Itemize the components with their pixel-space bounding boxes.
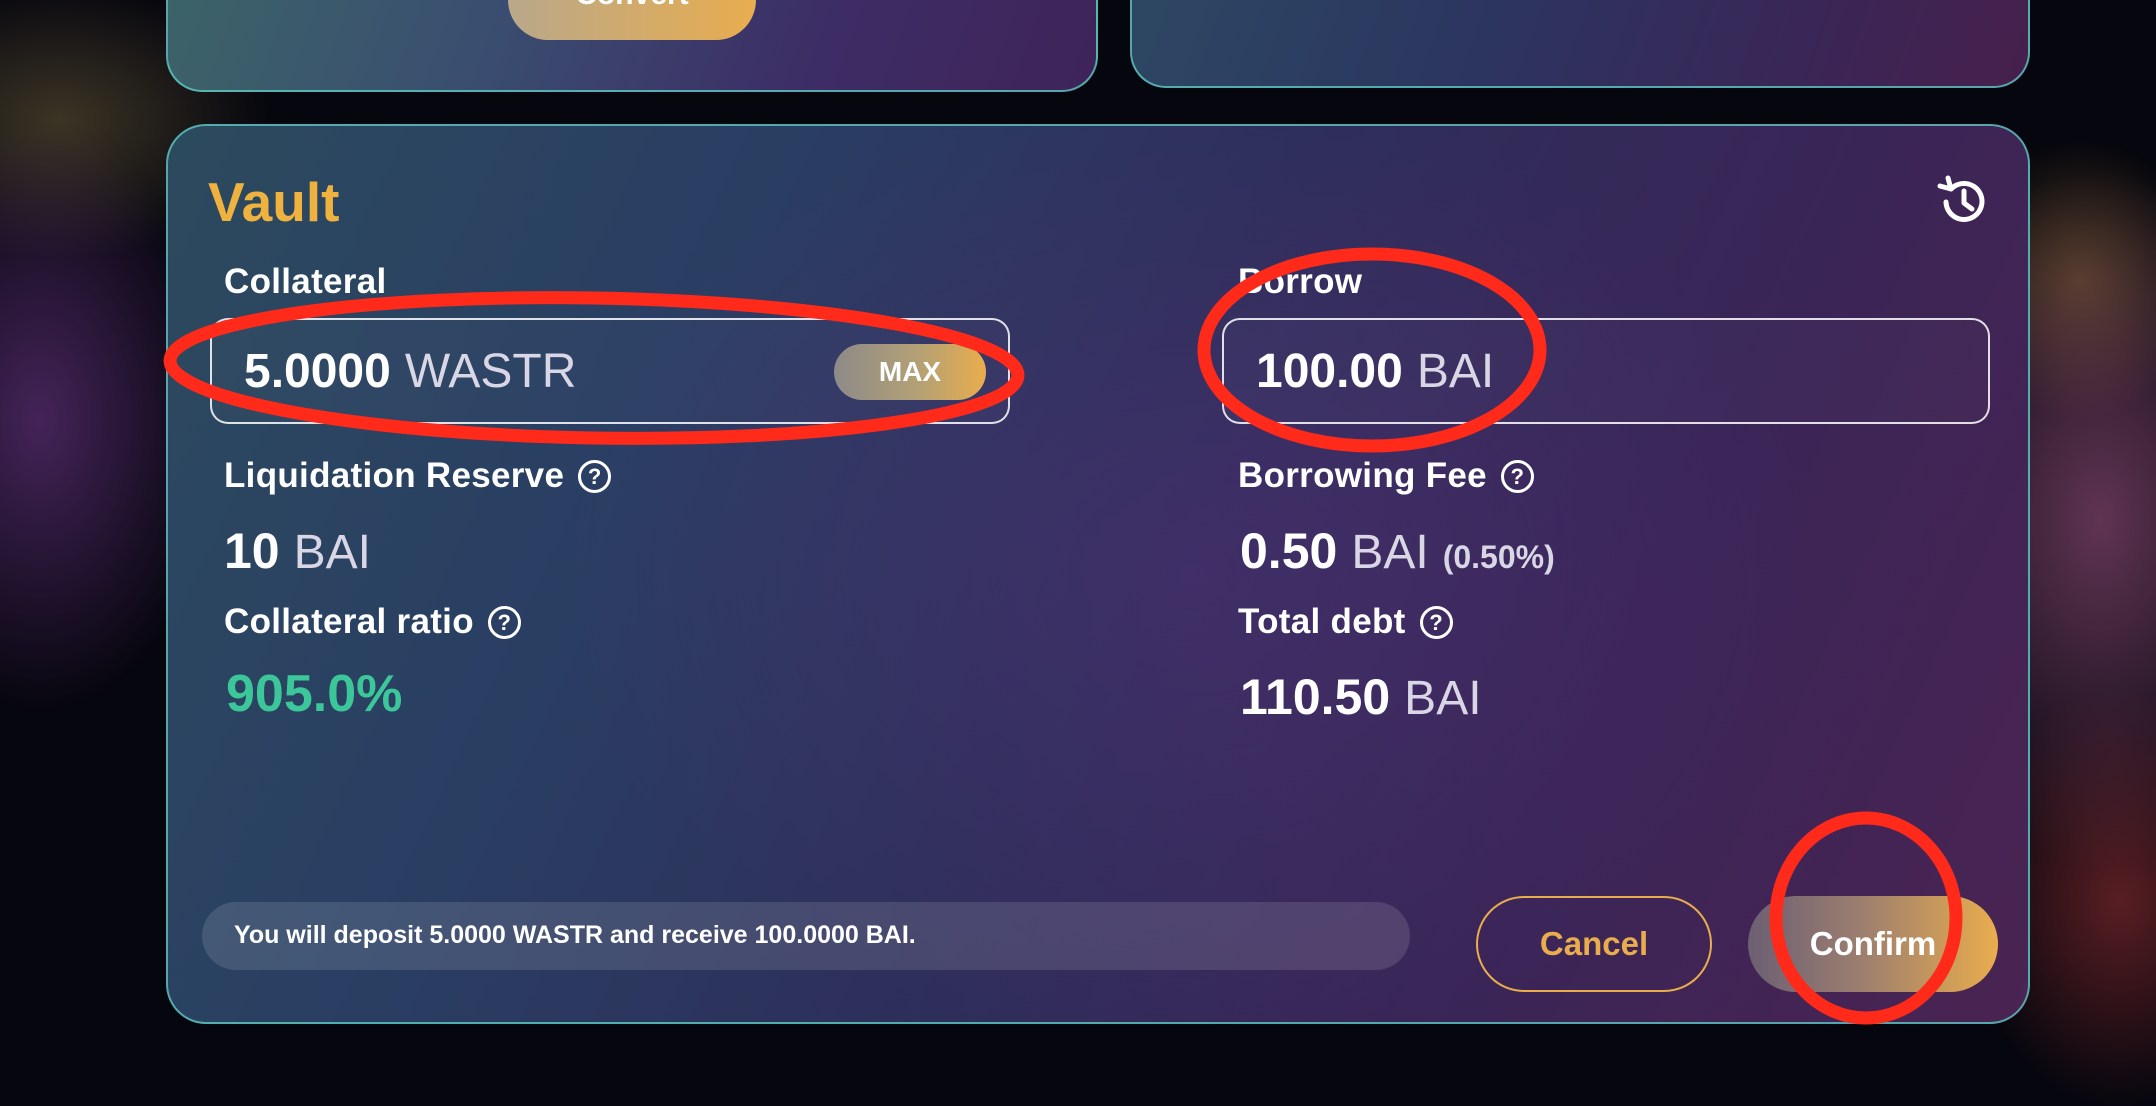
borrow-value: 100.00 <box>1256 344 1403 398</box>
collateral-label: Collateral <box>224 262 387 301</box>
total-debt-label-text: Total debt <box>1238 602 1406 641</box>
total-debt-value: 110.50 BAI <box>1240 668 1482 726</box>
vault-panel: Vault Collateral 5.0000 WASTR MAX Borrow… <box>166 124 2030 1024</box>
total-debt-unit: BAI <box>1404 672 1482 725</box>
help-icon[interactable]: ? <box>578 459 612 493</box>
borrowing-fee-value: 0.50 BAI (0.50%) <box>1240 522 1555 580</box>
collateral-ratio-label-text: Collateral ratio <box>224 602 474 641</box>
liquidation-reserve-label-text: Liquidation Reserve <box>224 456 565 495</box>
liquidation-reserve-label: Liquidation Reserve ? <box>224 456 612 496</box>
liquidation-reserve-unit: BAI <box>293 526 371 579</box>
top-right-panel <box>1130 0 2030 88</box>
history-icon[interactable] <box>1934 172 1994 232</box>
borrowing-fee-label: Borrowing Fee ? <box>1238 456 1534 496</box>
collateral-ratio-value: 905.0% <box>226 665 403 723</box>
borrow-unit: BAI <box>1416 344 1495 398</box>
help-icon[interactable]: ? <box>1500 459 1534 493</box>
total-debt-amount: 110.50 <box>1240 669 1391 725</box>
collateral-ratio-label: Collateral ratio ? <box>224 602 521 642</box>
liquidation-reserve-value: 10 BAI <box>224 522 371 580</box>
confirm-button[interactable]: Confirm <box>1748 896 1998 992</box>
help-icon[interactable]: ? <box>487 605 521 639</box>
borrow-label: Borrow <box>1238 262 1363 301</box>
collateral-value: 5.0000 <box>244 344 391 398</box>
convert-button[interactable]: Convert <box>508 0 756 40</box>
borrowing-fee-percent: (0.50%) <box>1442 539 1555 575</box>
collateral-input[interactable]: 5.0000 WASTR MAX <box>210 318 1010 424</box>
deposit-info-text: You will deposit 5.0000 WASTR and receiv… <box>202 902 1410 970</box>
borrowing-fee-label-text: Borrowing Fee <box>1238 456 1487 495</box>
collateral-unit: WASTR <box>404 344 577 398</box>
borrow-input[interactable]: 100.00 BAI <box>1222 318 1990 424</box>
cancel-button[interactable]: Cancel <box>1476 896 1712 992</box>
borrowing-fee-unit: BAI <box>1351 526 1429 579</box>
max-button[interactable]: MAX <box>834 344 986 400</box>
borrowing-fee-amount: 0.50 <box>1240 523 1338 579</box>
total-debt-label: Total debt ? <box>1238 602 1453 642</box>
help-icon[interactable]: ? <box>1419 605 1453 639</box>
liquidation-reserve-amount: 10 <box>224 523 280 579</box>
vault-title: Vault <box>208 171 340 233</box>
